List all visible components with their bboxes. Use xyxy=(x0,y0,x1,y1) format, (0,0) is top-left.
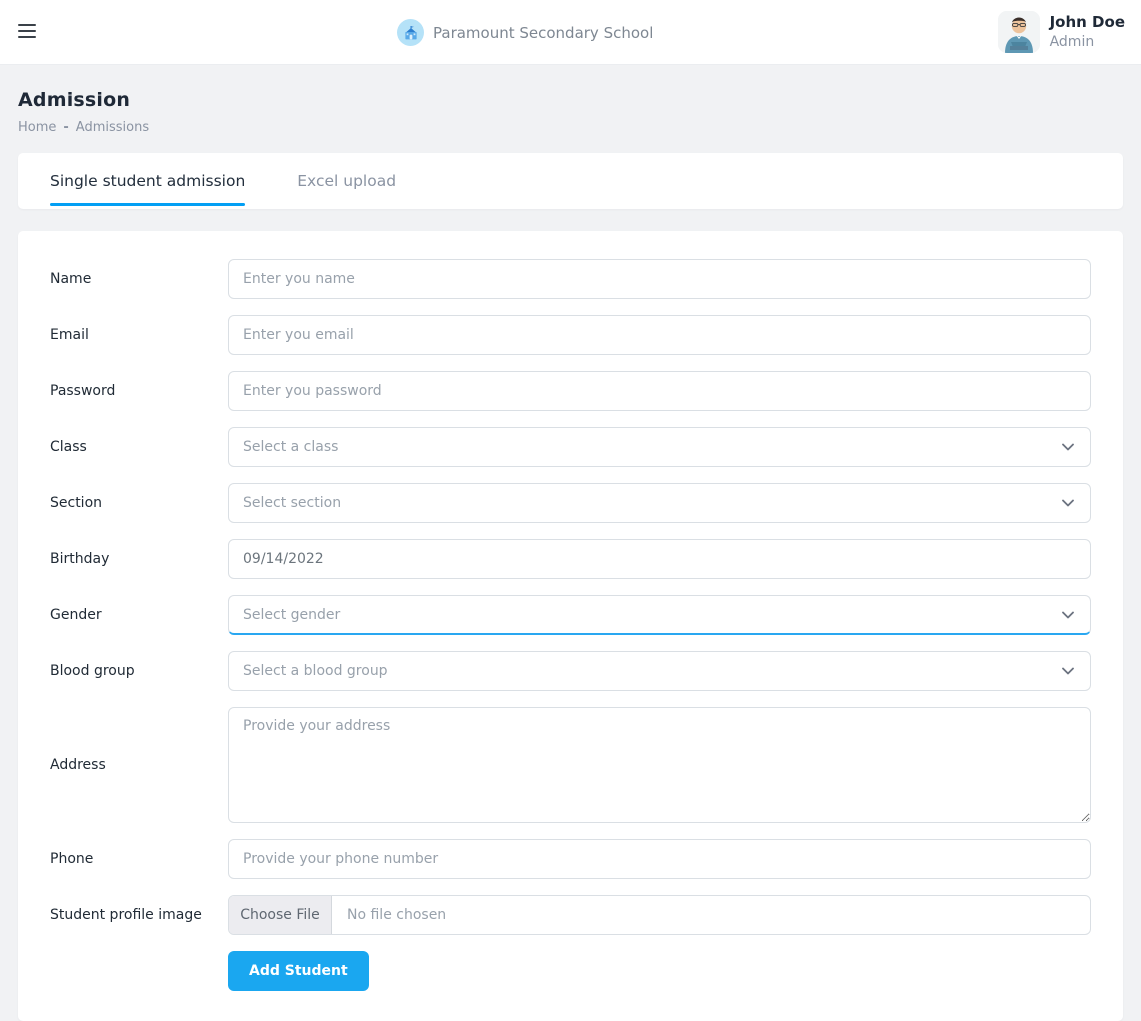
blood-group-select[interactable]: Select a blood group xyxy=(228,651,1091,691)
gender-select-placeholder: Select gender xyxy=(243,607,340,623)
breadcrumb: Home - Admissions xyxy=(18,120,1123,135)
choose-file-button[interactable]: Choose File xyxy=(229,896,332,934)
birthday-label: Birthday xyxy=(50,551,228,567)
form-row-name: Name xyxy=(50,259,1091,299)
password-label: Password xyxy=(50,383,228,399)
tab-excel-upload[interactable]: Excel upload xyxy=(297,153,396,209)
form-row-class: Class Select a class xyxy=(50,427,1091,467)
name-input[interactable] xyxy=(228,259,1091,299)
gender-select[interactable]: Select gender xyxy=(228,595,1091,635)
chevron-down-icon xyxy=(1062,499,1074,507)
class-label: Class xyxy=(50,439,228,455)
form-row-gender: Gender Select gender xyxy=(50,595,1091,635)
phone-input[interactable] xyxy=(228,839,1091,879)
add-student-button[interactable]: Add Student xyxy=(228,951,369,991)
chevron-down-icon xyxy=(1062,611,1074,619)
password-input[interactable] xyxy=(228,371,1091,411)
admission-form: Name Email Password Class Select a class xyxy=(18,231,1123,1021)
address-label: Address xyxy=(50,757,228,773)
profile-image-file-input[interactable]: Choose File No file chosen xyxy=(228,895,1091,935)
form-row-email: Email xyxy=(50,315,1091,355)
form-row-phone: Phone xyxy=(50,839,1091,879)
submit-row: Add Student xyxy=(228,951,1091,991)
profile-image-label: Student profile image xyxy=(50,907,228,923)
user-role: Admin xyxy=(1050,33,1125,51)
school-logo-icon xyxy=(397,19,424,46)
hamburger-menu-icon[interactable] xyxy=(18,24,36,38)
page-title: Admission xyxy=(18,89,1123,111)
email-label: Email xyxy=(50,327,228,343)
name-label: Name xyxy=(50,271,228,287)
gender-label: Gender xyxy=(50,607,228,623)
form-row-birthday: Birthday xyxy=(50,539,1091,579)
admission-tabs: Single student admission Excel upload xyxy=(18,153,1123,209)
class-select-placeholder: Select a class xyxy=(243,439,338,455)
user-name: John Doe xyxy=(1050,13,1125,33)
form-row-blood-group: Blood group Select a blood group xyxy=(50,651,1091,691)
section-select-placeholder: Select section xyxy=(243,495,341,511)
form-row-address: Address xyxy=(50,707,1091,823)
birthday-date-input[interactable] xyxy=(228,539,1091,579)
main-content: Admission Home - Admissions Single stude… xyxy=(0,89,1141,1021)
breadcrumb-current: Admissions xyxy=(76,120,149,135)
phone-label: Phone xyxy=(50,851,228,867)
chevron-down-icon xyxy=(1062,667,1074,675)
class-select[interactable]: Select a class xyxy=(228,427,1091,467)
blood-group-label: Blood group xyxy=(50,663,228,679)
school-name: Paramount Secondary School xyxy=(433,24,653,42)
section-select[interactable]: Select section xyxy=(228,483,1091,523)
tab-single-student-admission[interactable]: Single student admission xyxy=(50,153,245,209)
email-input[interactable] xyxy=(228,315,1091,355)
address-textarea[interactable] xyxy=(228,707,1091,823)
user-avatar xyxy=(998,11,1040,53)
top-header: Paramount Secondary School John Doe Admi… xyxy=(0,0,1141,65)
section-label: Section xyxy=(50,495,228,511)
form-row-profile-image: Student profile image Choose File No fil… xyxy=(50,895,1091,935)
breadcrumb-home-link[interactable]: Home xyxy=(18,120,56,135)
user-profile[interactable]: John Doe Admin xyxy=(998,11,1125,53)
chevron-down-icon xyxy=(1062,443,1074,451)
form-row-section: Section Select section xyxy=(50,483,1091,523)
school-brand: Paramount Secondary School xyxy=(397,0,653,65)
blood-group-select-placeholder: Select a blood group xyxy=(243,663,388,679)
form-row-password: Password xyxy=(50,371,1091,411)
file-chosen-status: No file chosen xyxy=(332,896,446,934)
breadcrumb-separator: - xyxy=(63,120,68,135)
